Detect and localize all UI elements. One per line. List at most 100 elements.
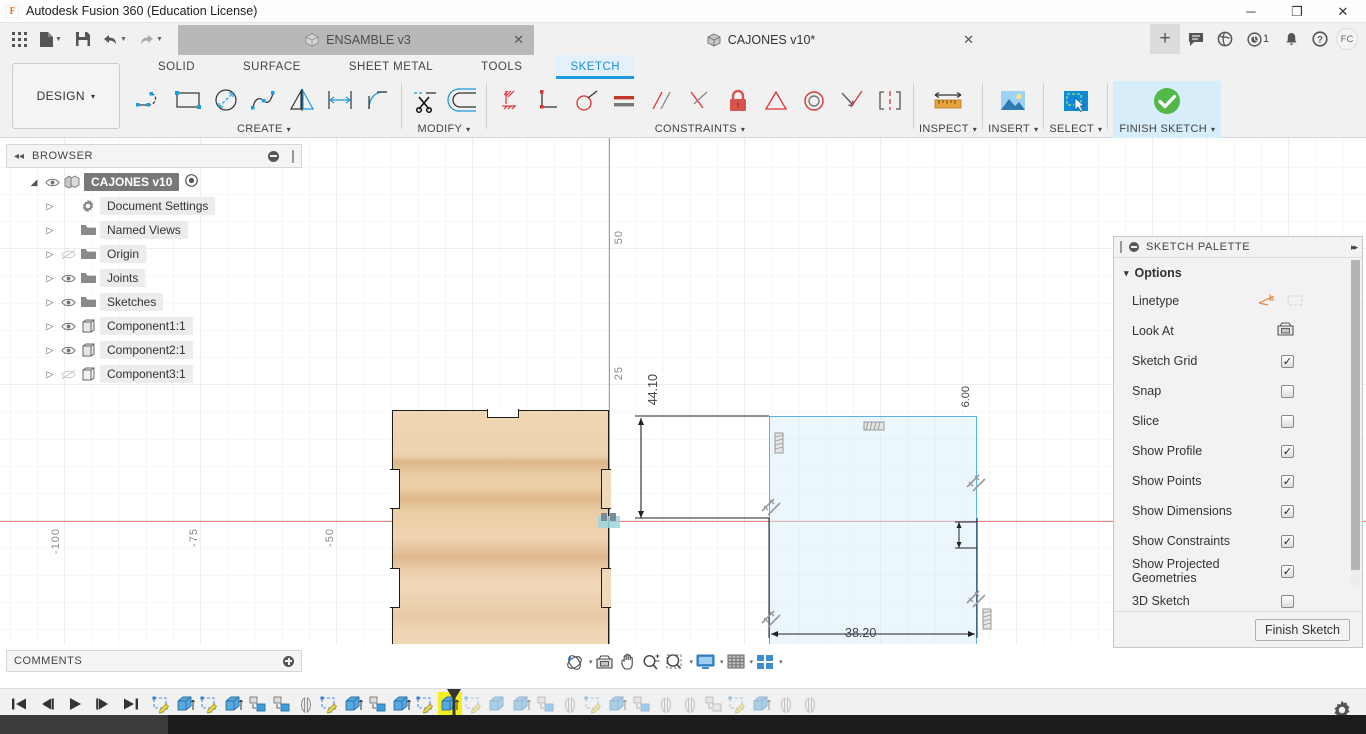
dimension-6-00[interactable]: 6.00 <box>960 386 972 407</box>
expand-arrow-icon[interactable]: ▷ <box>42 297 58 308</box>
comments-panel-header[interactable]: COMMENTS <box>6 650 302 672</box>
horizontal-constraint-icon[interactable] <box>863 420 885 435</box>
play-icon[interactable] <box>64 693 86 715</box>
coincident-constraint-icon[interactable] <box>963 585 989 614</box>
mirror-icon[interactable] <box>284 83 320 119</box>
dimension-38-20[interactable]: 38.20 <box>845 626 876 640</box>
save-icon[interactable] <box>70 26 96 52</box>
visibility-eye-icon[interactable] <box>42 177 62 188</box>
finish-sketch-check-icon[interactable] <box>1144 83 1190 119</box>
question-icon[interactable]: ? <box>1307 26 1333 52</box>
look-at-icon[interactable] <box>594 651 616 673</box>
insert-image-icon[interactable] <box>990 83 1036 119</box>
tree-node-joints[interactable]: ▷ Joints <box>6 266 302 290</box>
close-button[interactable]: ✕ <box>1320 0 1366 23</box>
3d-sketch-checkbox[interactable] <box>1281 595 1294 608</box>
tree-node-component2[interactable]: ▷ Component2:1 <box>6 338 302 362</box>
expand-arrow-icon[interactable]: ◢ <box>26 177 42 188</box>
panel-grip[interactable] <box>1120 241 1122 253</box>
expand-arrow-icon[interactable]: ▷ <box>42 345 58 356</box>
visibility-eye-icon[interactable] <box>58 273 78 284</box>
concentric-icon[interactable] <box>796 83 832 119</box>
construction-linetype-icon[interactable] <box>1258 293 1276 310</box>
trim-icon[interactable] <box>407 83 443 119</box>
ribbon-tab-solid[interactable]: SOLID <box>144 55 209 79</box>
tree-node-component1[interactable]: ▷ Component1:1 <box>6 314 302 338</box>
tree-node-named-views[interactable]: ▷ Named Views <box>6 218 302 242</box>
chevron-down-icon[interactable]: ▾ <box>741 125 745 134</box>
chevron-down-icon[interactable]: ▾ <box>779 658 783 666</box>
expand-arrow-icon[interactable]: ▷ <box>42 201 58 212</box>
ribbon-tab-tools[interactable]: TOOLS <box>467 55 536 79</box>
chevron-down-icon[interactable]: ▼ <box>55 36 62 43</box>
coincident-constraint-icon[interactable] <box>758 493 784 522</box>
show-profile-checkbox[interactable]: ✓ <box>1281 445 1294 458</box>
tree-node-document-settings[interactable]: ▷ Document Settings <box>6 194 302 218</box>
expand-arrow-icon[interactable]: ▷ <box>42 249 58 260</box>
close-icon[interactable]: ✕ <box>963 32 974 48</box>
zoom-icon[interactable] <box>640 651 662 673</box>
visibility-eye-off-icon[interactable] <box>58 249 78 260</box>
equal-icon[interactable] <box>606 83 642 119</box>
new-document-icon[interactable]: ▼ <box>34 26 68 52</box>
chevron-down-icon[interactable]: ▾ <box>466 125 470 134</box>
orbit-icon[interactable] <box>563 651 586 673</box>
visibility-eye-icon[interactable] <box>58 297 78 308</box>
document-tab-cajones[interactable]: CAJONES v10* ✕ <box>534 25 984 55</box>
jump-to-start-icon[interactable] <box>8 693 30 715</box>
dimension-44-10[interactable]: 44.10 <box>646 374 660 405</box>
chevron-down-icon[interactable]: ▼ <box>120 36 127 43</box>
collapse-icon[interactable]: ◂◂ <box>14 151 24 162</box>
tree-node-origin[interactable]: ▷ Origin <box>6 242 302 266</box>
visibility-eye-off-icon[interactable] <box>58 369 78 380</box>
tree-node-sketches[interactable]: ▷ Sketches <box>6 290 302 314</box>
zoom-window-icon[interactable] <box>663 651 687 673</box>
ribbon-tab-sheet-metal[interactable]: SHEET METAL <box>335 55 447 79</box>
coincident-constraint-icon[interactable] <box>963 469 989 498</box>
line-icon[interactable] <box>132 83 168 119</box>
close-icon[interactable]: ✕ <box>513 32 524 48</box>
step-forward-icon[interactable] <box>92 693 114 715</box>
expand-arrow-icon[interactable]: ▷ <box>42 273 58 284</box>
chevron-down-icon[interactable]: ▾ <box>690 658 694 666</box>
activate-component-icon[interactable] <box>185 174 198 190</box>
tree-node-component3[interactable]: ▷ Component3:1 <box>6 362 302 386</box>
minimize-button[interactable]: ─ <box>1228 0 1274 23</box>
midpoint-icon[interactable] <box>758 83 794 119</box>
pan-icon[interactable] <box>617 651 639 673</box>
collinear-icon[interactable] <box>834 83 870 119</box>
fix-unfix-lock-icon[interactable] <box>720 83 756 119</box>
parallel-icon[interactable] <box>644 83 680 119</box>
circle-icon[interactable] <box>208 83 244 119</box>
job-status-icon[interactable]: 1 <box>1241 26 1275 52</box>
globe-icon[interactable] <box>1212 26 1238 52</box>
panel-finish-sketch[interactable]: FINISH SKETCH ▾ <box>1113 81 1221 138</box>
minimize-icon[interactable] <box>1129 242 1139 252</box>
coincident-constraint-icon[interactable] <box>758 605 784 634</box>
look-at-icon[interactable] <box>1277 322 1294 340</box>
measure-ruler-icon[interactable] <box>925 83 971 119</box>
chevron-down-icon[interactable]: ▾ <box>1211 125 1215 134</box>
bell-icon[interactable] <box>1278 26 1304 52</box>
new-tab-button[interactable]: + <box>1150 24 1180 54</box>
visibility-eye-icon[interactable] <box>58 345 78 356</box>
visibility-eye-icon[interactable] <box>58 321 78 332</box>
centerline-linetype-icon[interactable] <box>1286 293 1304 310</box>
jump-to-end-icon[interactable] <box>120 693 142 715</box>
expand-icon[interactable]: ▸▸ <box>1351 242 1356 253</box>
palette-scrollbar-thumb[interactable] <box>1351 260 1360 570</box>
slice-checkbox[interactable] <box>1281 415 1294 428</box>
chevron-down-icon[interactable]: ▾ <box>287 125 291 134</box>
expand-arrow-icon[interactable]: ▷ <box>42 225 58 236</box>
rectangle-icon[interactable] <box>170 83 206 119</box>
options-section-header[interactable]: ▾ Options <box>1114 258 1362 286</box>
rectangular-pattern-icon[interactable] <box>322 83 358 119</box>
offset-icon[interactable] <box>445 83 481 119</box>
chevron-down-icon[interactable]: ▾ <box>1098 125 1102 134</box>
avatar[interactable]: FC <box>1336 28 1358 50</box>
chevron-down-icon[interactable]: ▾ <box>973 125 977 134</box>
chevron-down-icon[interactable]: ▼ <box>156 36 163 43</box>
display-settings-icon[interactable] <box>694 651 717 673</box>
tree-node-cajones[interactable]: ◢ CAJONES v10 <box>6 170 302 194</box>
expand-arrow-icon[interactable]: ▷ <box>42 321 58 332</box>
